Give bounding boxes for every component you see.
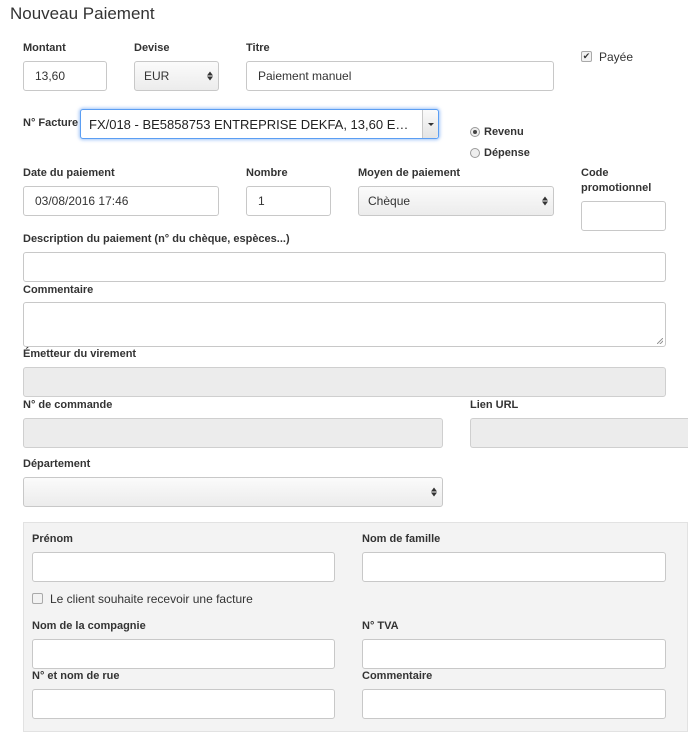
title-label: Titre — [246, 42, 270, 54]
payment-method-select[interactable]: Chèque — [358, 186, 554, 216]
wants-invoice-checkbox[interactable] — [32, 593, 43, 604]
amount-value: 13,60 — [35, 69, 66, 83]
page-title: Nouveau Paiement — [10, 4, 155, 23]
description-input[interactable] — [23, 252, 666, 282]
order-number-label: N° de commande — [23, 399, 113, 411]
order-number-input — [23, 418, 443, 448]
title-value: Paiement manuel — [258, 69, 352, 83]
title-input[interactable]: Paiement manuel — [246, 61, 554, 91]
comment-textarea[interactable] — [23, 302, 666, 347]
number-value: 1 — [258, 194, 265, 208]
dropdown-button[interactable] — [422, 110, 438, 138]
number-label: Nombre — [246, 167, 288, 179]
promo-code-label-2: promotionnel — [581, 182, 652, 194]
number-input[interactable]: 1 — [246, 186, 331, 216]
payment-method-value: Chèque — [368, 194, 411, 208]
invoice-label: N° Facture — [23, 117, 79, 129]
invoice-select[interactable]: FX/018 - BE5858753 ENTREPRISE DEKFA, 13,… — [80, 109, 439, 139]
amount-label: Montant — [23, 42, 66, 54]
promo-code-label-1: Code — [581, 167, 609, 179]
company-name-label: Nom de la compagnie — [32, 620, 146, 632]
first-name-input[interactable] — [32, 552, 335, 582]
radio-revenu[interactable] — [470, 127, 480, 137]
radio-depense-label: Dépense — [484, 147, 530, 159]
street-label: N° et nom de rue — [32, 670, 120, 682]
currency-value: EUR — [144, 69, 170, 83]
street-input[interactable] — [32, 689, 335, 719]
customer-comment-label: Commentaire — [362, 670, 433, 682]
transfer-issuer-input — [23, 367, 666, 397]
currency-select[interactable]: EUR — [134, 61, 219, 91]
company-name-input[interactable] — [32, 639, 335, 669]
wants-invoice-label: Le client souhaite recevoir une facture — [50, 592, 253, 606]
chevron-down-icon — [427, 122, 434, 126]
department-select[interactable] — [23, 477, 443, 507]
paid-label: Payée — [599, 50, 634, 64]
description-label: Description du paiement (n° du chèque, e… — [23, 233, 290, 245]
payment-date-input[interactable]: 03/08/2016 17:46 — [23, 186, 219, 216]
invoice-value: FX/018 - BE5858753 ENTREPRISE DEKFA, 13,… — [89, 116, 417, 132]
vat-input[interactable] — [362, 639, 666, 669]
last-name-input[interactable] — [362, 552, 666, 582]
payment-date-label: Date du paiement — [23, 167, 115, 179]
transfer-issuer-label: Émetteur du virement — [23, 348, 137, 360]
customer-comment-input[interactable] — [362, 689, 666, 719]
select-arrows-icon — [542, 196, 548, 206]
url-link-input — [470, 418, 688, 448]
last-name-label: Nom de famille — [362, 533, 441, 545]
currency-label: Devise — [134, 42, 170, 54]
paid-checkbox[interactable]: ✔ — [581, 51, 592, 62]
payment-date-value: 03/08/2016 17:46 — [35, 194, 129, 208]
select-arrows-icon — [431, 487, 437, 497]
amount-input[interactable]: 13,60 — [23, 61, 107, 91]
promo-code-input[interactable] — [581, 201, 666, 231]
radio-revenu-label: Revenu — [484, 126, 524, 138]
select-arrows-icon — [207, 71, 213, 81]
vat-label: N° TVA — [362, 620, 399, 632]
payment-method-label: Moyen de paiement — [358, 167, 461, 179]
url-link-label: Lien URL — [470, 399, 519, 411]
radio-depense[interactable] — [470, 148, 480, 158]
resize-handle-icon[interactable] — [657, 338, 663, 344]
comment-label: Commentaire — [23, 284, 94, 296]
first-name-label: Prénom — [32, 533, 73, 545]
department-label: Département — [23, 458, 91, 470]
